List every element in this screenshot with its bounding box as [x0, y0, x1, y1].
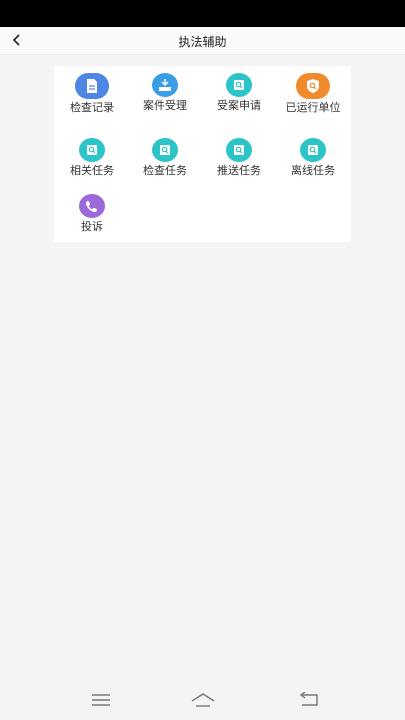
status-bar [0, 0, 405, 27]
back-nav-button[interactable] [289, 686, 329, 714]
search-doc-icon [300, 138, 326, 162]
shield-search-icon [296, 73, 330, 99]
grid-item-push-tasks[interactable]: 推送任务 [202, 138, 276, 177]
phone-icon [79, 194, 105, 218]
search-doc-icon [79, 138, 105, 162]
system-nav-bar [0, 680, 405, 720]
search-doc-icon [226, 73, 252, 97]
grid-item-complaint[interactable]: 投诉 [55, 194, 129, 233]
home-button[interactable] [183, 686, 223, 714]
grid-item-inspection-tasks[interactable]: 检查任务 [128, 138, 202, 177]
inbox-tray-icon [152, 73, 178, 97]
grid-item-running-units[interactable]: 已运行单位 [276, 73, 350, 114]
menu-icon [92, 694, 110, 706]
page-title: 执法辅助 [178, 35, 227, 49]
grid-item-inspection-record[interactable]: 检查记录 [55, 73, 129, 114]
back-icon [299, 692, 318, 706]
search-doc-icon [226, 138, 252, 162]
grid-item-related-tasks[interactable]: 相关任务 [55, 138, 129, 177]
document-icon [75, 73, 109, 99]
menu-button[interactable] [81, 686, 121, 714]
search-doc-icon [152, 138, 178, 162]
grid-item-offline-tasks[interactable]: 离线任务 [276, 138, 350, 177]
home-icon [191, 693, 215, 707]
app-header: 执法辅助 [0, 27, 405, 55]
function-grid: 检查记录 案件受理 受案申请 已运行单位 相关任务 检查任务 推送任务 离线任务… [54, 66, 351, 242]
grid-item-case-acceptance[interactable]: 案件受理 [128, 73, 202, 112]
grid-item-case-application[interactable]: 受案申请 [202, 73, 276, 112]
